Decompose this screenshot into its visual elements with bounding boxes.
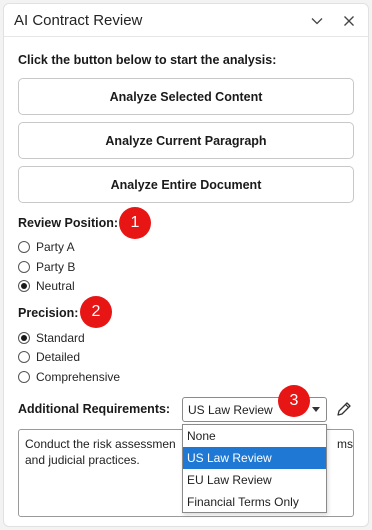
analyze-document-button[interactable]: Analyze Entire Document [18, 166, 354, 203]
instruction-text: Click the button below to start the anal… [18, 53, 277, 67]
radio-button-checked [18, 332, 30, 344]
radio-label: Standard [36, 331, 85, 345]
dropdown-option-eu-law[interactable]: EU Law Review [183, 469, 326, 491]
title-bar: AI Contract Review [4, 4, 368, 37]
radio-label: Party A [36, 240, 75, 254]
precision-label: Precision: [18, 306, 79, 320]
radio-label: Detailed [36, 350, 81, 364]
radio-button [18, 351, 30, 363]
review-position-label: Review Position: [18, 216, 119, 230]
pencil-icon[interactable] [334, 399, 354, 419]
dropdown-option-us-law[interactable]: US Law Review [183, 447, 326, 469]
radio-comprehensive[interactable]: Comprehensive [18, 368, 120, 386]
requirements-dropdown-list: None US Law Review EU Law Review Financi… [182, 424, 327, 513]
task-pane: AI Contract Review Click the button belo… [3, 3, 369, 527]
radio-label: Neutral [36, 279, 75, 293]
radio-label: Comprehensive [36, 370, 121, 384]
dropdown-option-financial[interactable]: Financial Terms Only [183, 491, 326, 513]
textarea-text-right: ms [337, 437, 353, 451]
collapse-button[interactable] [306, 10, 328, 32]
select-value: US Law Review [188, 402, 273, 417]
analyze-paragraph-button[interactable]: Analyze Current Paragraph [18, 122, 354, 159]
close-button[interactable] [338, 10, 360, 32]
dropdown-arrow-icon [312, 407, 320, 412]
close-icon [344, 16, 354, 26]
radio-neutral[interactable]: Neutral [18, 277, 75, 295]
step-badge-1: 1 [119, 207, 151, 239]
window-title: AI Contract Review [14, 12, 143, 29]
radio-button [18, 261, 30, 273]
textarea-text-left: Conduct the risk assessmen [25, 437, 176, 451]
radio-party-a[interactable]: Party A [18, 238, 75, 256]
analyze-selected-button[interactable]: Analyze Selected Content [18, 78, 354, 115]
additional-requirements-label: Additional Requirements: [18, 402, 171, 416]
radio-button [18, 241, 30, 253]
dropdown-option-none[interactable]: None [183, 425, 326, 447]
step-badge-2: 2 [80, 296, 112, 328]
radio-detailed[interactable]: Detailed [18, 348, 80, 366]
radio-button-checked [18, 280, 30, 292]
radio-label: Party B [36, 260, 76, 274]
chevron-down-icon [311, 18, 323, 25]
radio-standard[interactable]: Standard [18, 329, 85, 347]
radio-party-b[interactable]: Party B [18, 258, 75, 276]
step-badge-3: 3 [278, 385, 310, 417]
radio-button [18, 371, 30, 383]
